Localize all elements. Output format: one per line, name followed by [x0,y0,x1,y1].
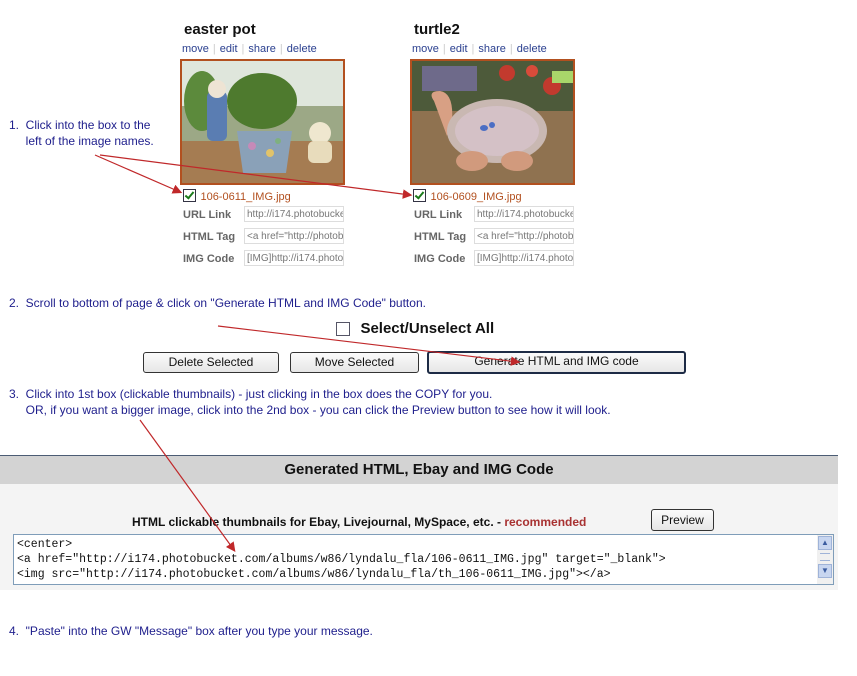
image-actions: move | edit | share | delete [182,43,317,55]
scroll-down-icon[interactable]: ▼ [818,564,832,578]
move-selected-button[interactable]: Move Selected [290,352,419,373]
url-link-label: URL Link [414,209,463,221]
edit-link[interactable]: edit [220,43,238,55]
img-code-input[interactable]: [IMG]http://i174.photobucket.com/albums/… [474,250,574,266]
select-all-checkbox[interactable] [336,321,350,336]
scroll-up-icon[interactable]: ▲ [818,536,832,550]
select-all-row: Select/Unselect All [336,320,494,338]
turtle-image [412,61,573,183]
image-actions: move | edit | share | delete [412,43,547,55]
html-tag-input[interactable]: <a href="http://photobucket.com/" target… [244,228,344,244]
section-label-row: HTML clickable thumbnails for Ebay, Live… [132,515,586,529]
img-code-input[interactable]: [IMG]http://i174.photobucket.com/albums/… [244,250,344,266]
html-tag-label: HTML Tag [183,231,236,243]
thumbnail-turtle2[interactable] [410,59,575,185]
html-tag-input[interactable]: <a href="http://photobucket.com/" target… [474,228,574,244]
thumbnail-easter-pot[interactable] [180,59,345,185]
image-filename: 106-0609_IMG.jpg [430,191,522,203]
arrow-to-checkbox-1 [94,154,183,194]
code-scrollbar[interactable]: ▲ ▼ [817,535,833,584]
img-code-label: IMG Code [183,253,235,265]
image-checkbox[interactable] [413,189,426,203]
image-checkbox[interactable] [183,189,196,203]
url-link-input[interactable]: http://i174.photobucket.com/albums/w86/l… [474,206,574,222]
instruction-step-4: 4. "Paste" into the GW "Message" box aft… [9,624,373,638]
image-title: turtle2 [414,21,460,38]
image-title: easter pot [184,21,256,38]
share-link[interactable]: share [478,43,506,55]
easter-pot-image [182,61,343,183]
html-tag-label: HTML Tag [414,231,467,243]
url-link-input[interactable]: http://i174.photobucket.com/albums/w86/l… [244,206,344,222]
delete-link[interactable]: delete [287,43,317,55]
clickable-thumbnails-label: HTML clickable thumbnails for Ebay, Live… [132,515,505,529]
instruction-step-3: 3. Click into 1st box (clickable thumbna… [9,387,611,417]
delete-selected-button[interactable]: Delete Selected [143,352,279,373]
move-link[interactable]: move [412,43,439,55]
instruction-step-2: 2. Scroll to bottom of page & click on "… [9,296,426,310]
select-all-label[interactable]: Select/Unselect All [360,320,494,337]
scroll-thumb[interactable] [820,553,830,561]
image-filename: 106-0611_IMG.jpg [200,191,291,203]
image-select-row: 106-0611_IMG.jpg [183,187,291,205]
move-link[interactable]: move [182,43,209,55]
url-link-label: URL Link [183,209,232,221]
edit-link[interactable]: edit [450,43,468,55]
generate-code-button[interactable]: Generate HTML and IMG code [427,351,686,374]
image-select-row: 106-0609_IMG.jpg [413,187,522,205]
instruction-step-1: 1. Click into the box to the left of the… [9,118,154,148]
recommended-label: recommended [504,515,587,529]
delete-link[interactable]: delete [517,43,547,55]
share-link[interactable]: share [248,43,276,55]
generated-code-header: Generated HTML, Ebay and IMG Code [0,455,838,485]
img-code-label: IMG Code [414,253,466,265]
preview-button[interactable]: Preview [651,509,714,531]
code-textarea[interactable]: <center> <a href="http://i174.photobucke… [13,534,834,585]
